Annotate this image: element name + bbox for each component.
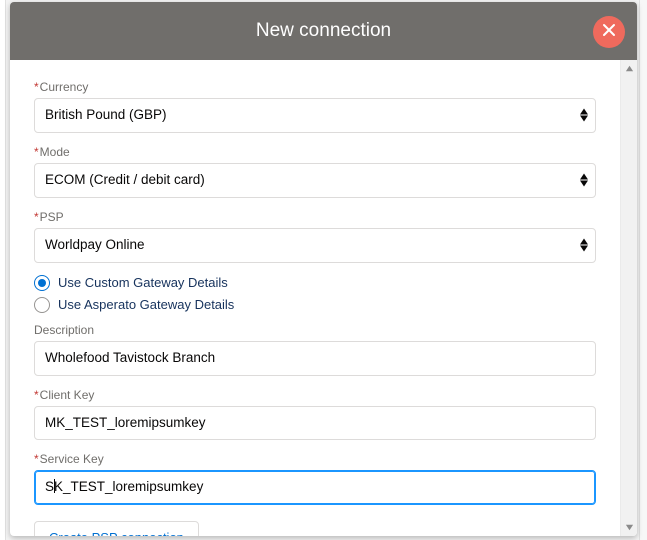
description-label: Description [34, 323, 596, 337]
radio-asperato-gateway[interactable]: Use Asperato Gateway Details [34, 295, 596, 317]
modal-title: New connection [256, 20, 391, 42]
description-input[interactable]: Wholefood Tavistock Branch [34, 341, 596, 376]
close-button[interactable] [593, 16, 625, 48]
radio-custom-gateway[interactable]: Use Custom Gateway Details [34, 273, 596, 295]
psp-value: Worldpay Online [45, 237, 145, 252]
scroll-down-button[interactable] [621, 519, 638, 536]
description-value: Wholefood Tavistock Branch [45, 350, 215, 365]
required-star-icon: * [34, 210, 39, 224]
mode-value: ECOM (Credit / debit card) [45, 172, 205, 187]
radio-checked-icon [34, 275, 50, 291]
scroll-up-button[interactable] [621, 60, 638, 77]
modal-header: New connection [10, 2, 637, 60]
modal-body: *Currency British Pound (GBP) *Mode ECOM… [10, 60, 620, 536]
currency-value: British Pound (GBP) [45, 107, 167, 122]
service-key-input[interactable]: SK_TEST_loremipsumkey [34, 470, 596, 505]
psp-label: *PSP [34, 210, 596, 224]
gateway-radio-group: Use Custom Gateway Details Use Asperato … [34, 273, 596, 317]
required-star-icon: * [34, 452, 39, 466]
create-psp-connection-button[interactable]: Create PSP connection [34, 521, 199, 536]
client-key-input[interactable]: MK_TEST_loremipsumkey [34, 406, 596, 441]
client-key-value: MK_TEST_loremipsumkey [45, 415, 206, 430]
scrollbar[interactable] [620, 60, 637, 536]
psp-select[interactable]: Worldpay Online [34, 228, 596, 263]
service-key-label: *Service Key [34, 452, 596, 466]
service-key-value-prefix: S [45, 479, 54, 494]
background-right-strip [639, 0, 647, 540]
create-button-label: Create PSP connection [49, 530, 184, 536]
new-connection-modal: New connection *Currency British Pound (… [10, 2, 637, 536]
radio-custom-label: Use Custom Gateway Details [58, 275, 228, 290]
chevron-down-icon [625, 520, 634, 535]
background-left-strip [0, 0, 6, 540]
currency-label: *Currency [34, 80, 596, 94]
service-key-value-suffix: K_TEST_loremipsumkey [54, 479, 203, 494]
radio-unchecked-icon [34, 297, 50, 313]
currency-select[interactable]: British Pound (GBP) [34, 98, 596, 133]
required-star-icon: * [34, 388, 39, 402]
mode-label: *Mode [34, 145, 596, 159]
close-icon [602, 21, 616, 43]
required-star-icon: * [34, 145, 39, 159]
mode-select[interactable]: ECOM (Credit / debit card) [34, 163, 596, 198]
radio-asperato-label: Use Asperato Gateway Details [58, 297, 234, 312]
chevron-up-icon [625, 61, 634, 76]
required-star-icon: * [34, 80, 39, 94]
client-key-label: *Client Key [34, 388, 596, 402]
